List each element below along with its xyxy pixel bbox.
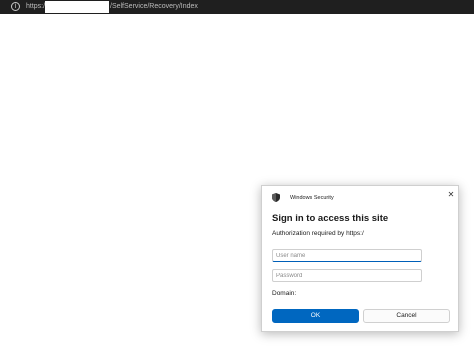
shield-icon [272, 193, 280, 202]
ok-button[interactable]: OK [272, 309, 359, 323]
url-path[interactable]: /SelfService/Recovery/Index [110, 2, 198, 12]
domain-label: Domain: [272, 290, 297, 297]
address-bar[interactable]: i https:// /SelfService/Recovery/Index [0, 0, 474, 14]
dialog-heading: Sign in to access this site [272, 213, 389, 224]
cancel-button[interactable]: Cancel [363, 309, 450, 323]
authorization-text: Authorization required by https:/ [272, 230, 364, 237]
windows-security-dialog: Windows Security ✕ Sign in to access thi… [261, 185, 459, 332]
password-field[interactable] [272, 269, 422, 282]
url-redacted-block [45, 1, 109, 13]
close-icon[interactable]: ✕ [446, 190, 456, 200]
username-field[interactable] [272, 249, 422, 262]
url-prefix[interactable]: https:// [26, 2, 47, 12]
info-icon[interactable]: i [11, 2, 20, 11]
dialog-title: Windows Security [290, 195, 334, 201]
